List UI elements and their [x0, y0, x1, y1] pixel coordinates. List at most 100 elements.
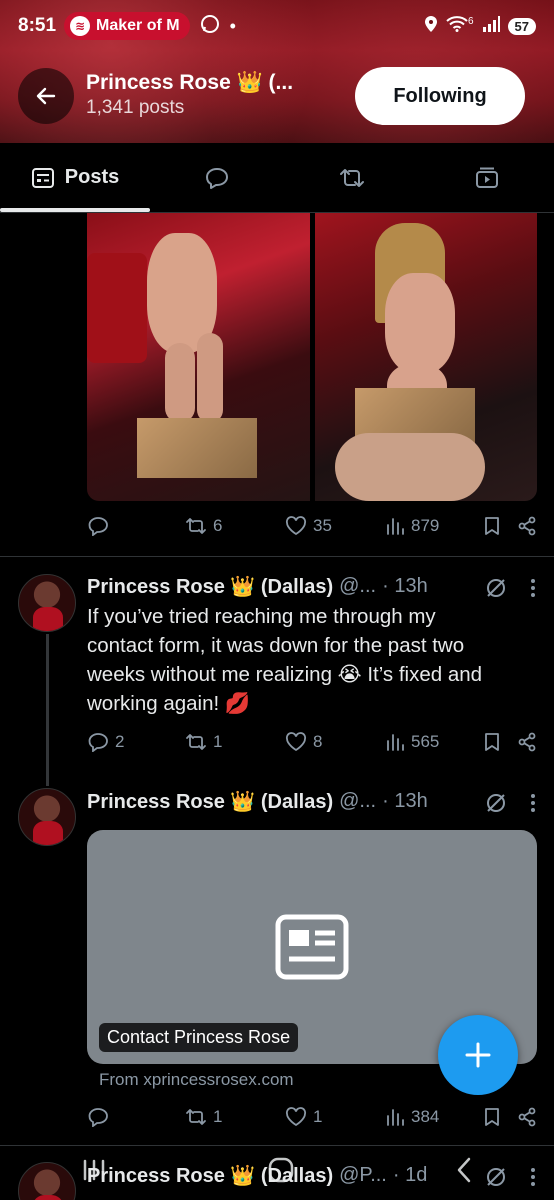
repost-icon [186, 518, 206, 534]
more-options-icon[interactable] [530, 792, 536, 814]
avatar[interactable] [18, 574, 76, 632]
post-time[interactable]: · 13h [382, 790, 428, 813]
like-button[interactable]: 35 [285, 516, 385, 536]
share-button[interactable] [517, 516, 537, 536]
recent-apps-icon [83, 1159, 104, 1180]
bookmark-icon [485, 517, 499, 535]
post-time[interactable]: · 13h [382, 575, 428, 598]
views-icon [387, 518, 404, 535]
more-options-icon[interactable] [530, 577, 536, 599]
share-icon [518, 1107, 536, 1127]
media-icon [475, 167, 498, 188]
like-count: 1 [313, 1107, 323, 1126]
chevron-left-icon [458, 1157, 471, 1182]
status-right: 6 57 [424, 15, 536, 37]
back-button[interactable] [18, 68, 74, 124]
divider [0, 556, 554, 557]
bookmark-button[interactable] [483, 1107, 517, 1127]
profile-tabs: Posts [0, 143, 554, 213]
post3-header-icons [484, 791, 536, 815]
card-title: Contact Princess Rose [99, 1023, 299, 1052]
share-icon [518, 732, 536, 752]
post2-actions: 2 1 8 565 [87, 732, 537, 752]
repost-icon [186, 734, 206, 750]
system-nav-bar [0, 1146, 554, 1200]
repost-icon [186, 1109, 206, 1125]
like-button[interactable]: 1 [285, 1107, 385, 1127]
battery-indicator: 57 [507, 17, 536, 35]
like-count: 8 [313, 732, 323, 751]
status-bar: 8:51 ≋ Maker of M • 6 57 [0, 0, 554, 52]
post2-text: If you’ve tried reaching me through my c… [87, 602, 527, 718]
repost-button[interactable]: 6 [185, 516, 285, 536]
author-handle[interactable]: @... [339, 790, 376, 813]
views-button[interactable]: 384 [385, 1107, 483, 1127]
tab-reposts[interactable] [285, 143, 420, 212]
author-name[interactable]: Princess Rose 👑 (Dallas) [87, 574, 333, 599]
bookmark-button[interactable] [483, 516, 517, 536]
post-text-line: weeks without me realizing 😭 It’s fixed … [87, 663, 483, 686]
repost-button[interactable]: 1 [185, 732, 285, 752]
article-icon [275, 914, 349, 980]
reply-button[interactable] [87, 1107, 185, 1127]
repost-count: 1 [213, 1107, 223, 1126]
post-photo[interactable] [87, 213, 310, 501]
home-icon [268, 1157, 294, 1182]
post-text-line: If you’ve tried reaching me through my [87, 605, 436, 628]
wifi-icon [446, 16, 468, 36]
post-photo[interactable] [314, 213, 537, 501]
reply-icon [88, 1108, 108, 1127]
reply-button[interactable] [87, 516, 185, 536]
card-source[interactable]: From xprincessrosex.com [99, 1070, 294, 1090]
post3-header: Princess Rose 👑 (Dallas) @... · 13h [87, 789, 428, 814]
view-count: 565 [411, 732, 440, 751]
profile-name: Princess Rose 👑 (... [86, 71, 294, 94]
views-button[interactable]: 565 [385, 732, 483, 752]
author-name[interactable]: Princess Rose 👑 (Dallas) [87, 789, 333, 814]
author-handle[interactable]: @... [339, 575, 376, 598]
reply-count: 2 [115, 732, 125, 751]
tab-media[interactable] [419, 143, 554, 212]
posts-icon [31, 167, 54, 188]
post-media-grid [87, 213, 537, 501]
back-arrow-icon [36, 87, 56, 105]
media-app-label: Maker of M [96, 17, 180, 34]
view-count: 879 [411, 516, 440, 535]
system-back-button[interactable] [453, 1155, 475, 1192]
replies-icon [206, 167, 229, 189]
recent-apps-button[interactable] [79, 1157, 109, 1190]
reply-icon [88, 517, 108, 536]
share-button[interactable] [517, 732, 537, 752]
reply-button[interactable]: 2 [87, 732, 185, 752]
views-icon [387, 1109, 404, 1126]
views-button[interactable]: 879 [385, 516, 483, 536]
notification-icons: • [200, 14, 236, 39]
compose-button[interactable] [438, 1015, 518, 1095]
cell-signal-icon [482, 16, 500, 36]
view-count: 384 [411, 1107, 440, 1126]
home-button[interactable] [266, 1155, 296, 1192]
repost-count: 1 [213, 732, 223, 751]
media-notification-pill[interactable]: ≋ Maker of M [64, 12, 190, 40]
post3-actions: 1 1 384 [87, 1107, 537, 1127]
whatsapp-icon [200, 14, 220, 39]
share-button[interactable] [517, 1107, 537, 1127]
location-icon [424, 15, 438, 37]
grok-icon[interactable] [484, 791, 508, 815]
post2-header: Princess Rose 👑 (Dallas) @... · 13h [87, 574, 428, 599]
heart-icon [285, 732, 307, 752]
bookmark-button[interactable] [483, 732, 517, 752]
repost-button[interactable]: 1 [185, 1107, 285, 1127]
tab-replies[interactable] [150, 143, 285, 212]
like-button[interactable]: 8 [285, 732, 385, 752]
plus-icon [465, 1042, 491, 1068]
dot-icon: • [229, 15, 236, 36]
tab-posts[interactable]: Posts [0, 143, 150, 212]
avatar[interactable] [18, 788, 76, 846]
profile-header: 8:51 ≋ Maker of M • 6 57 Princess Rose 👑… [0, 0, 554, 143]
following-button[interactable]: Following [355, 67, 525, 125]
post1-actions: 6 35 879 [87, 516, 537, 536]
spotify-icon: ≋ [70, 16, 91, 36]
post-count: 1,341 posts [86, 97, 185, 118]
grok-icon[interactable] [484, 576, 508, 600]
